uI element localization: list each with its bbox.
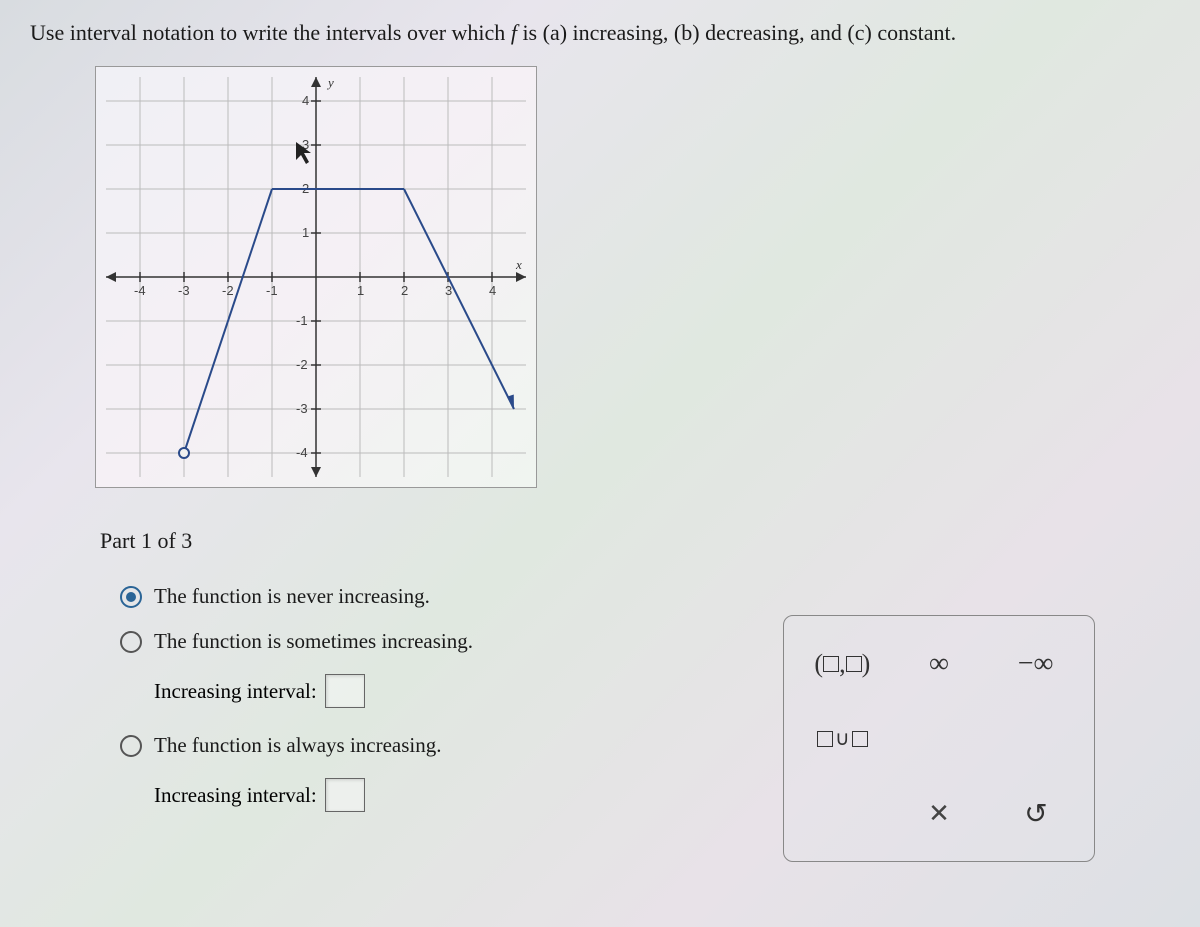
svg-text:1: 1 [357,283,364,298]
question-text: Use interval notation to write the inter… [30,20,1170,46]
reset-icon: ↻ [1024,797,1047,831]
svg-text:-1: -1 [296,313,308,328]
graph-container: -4 -3 -2 -1 1 2 3 4 4 3 2 1 -1 -2 -3 -4 [95,66,537,488]
radio-sometimes[interactable] [120,631,142,653]
x-axis-label: x [515,257,522,272]
x-axis-arrow-left [106,272,116,282]
option-never[interactable]: The function is never increasing. [120,584,1170,609]
func-segment-3 [404,189,514,409]
radio-never[interactable] [120,586,142,608]
radio-always[interactable] [120,735,142,757]
option-sometimes-label: The function is sometimes increasing. [154,629,473,654]
tool-neg-infinity-button[interactable]: −∞ [1001,639,1071,689]
svg-text:-2: -2 [222,283,234,298]
option-never-label: The function is never increasing. [154,584,430,609]
tool-infinity-button[interactable]: ∞ [904,639,974,689]
interval-label-2: Increasing interval: [154,783,317,808]
x-axis-arrow-right [516,272,526,282]
question-prefix: Use interval notation to write the inter… [30,20,511,45]
interval-input-1[interactable] [325,674,365,708]
svg-text:2: 2 [401,283,408,298]
svg-text:4: 4 [302,93,309,108]
x-ticks: -4 -3 -2 -1 1 2 3 4 [134,272,496,298]
interval-input-2[interactable] [325,778,365,812]
tool-union-button[interactable]: ∪ [807,714,877,764]
part-label: Part 1 of 3 [100,528,1170,554]
svg-text:-3: -3 [178,283,190,298]
tool-interval-button[interactable]: (,) [807,639,877,689]
svg-text:-4: -4 [296,445,308,460]
interval-label-1: Increasing interval: [154,679,317,704]
tools-panel: (,) ∞ −∞ ∪ ✕ ↻ [783,615,1095,862]
option-always-label: The function is always increasing. [154,733,442,758]
close-icon: ✕ [928,799,950,829]
y-axis-arrow-up [311,77,321,87]
open-point [179,448,189,458]
tool-reset-button[interactable]: ↻ [1001,789,1071,839]
y-axis-label: y [326,75,334,90]
y-axis-arrow-down [311,467,321,477]
svg-text:1: 1 [302,225,309,240]
tool-clear-button[interactable]: ✕ [904,789,974,839]
svg-text:-1: -1 [266,283,278,298]
question-suffix: is (a) increasing, (b) decreasing, and (… [517,20,956,45]
svg-text:-4: -4 [134,283,146,298]
svg-text:-2: -2 [296,357,308,372]
svg-text:4: 4 [489,283,496,298]
svg-text:-3: -3 [296,401,308,416]
function-graph: -4 -3 -2 -1 1 2 3 4 4 3 2 1 -1 -2 -3 -4 [96,67,536,487]
